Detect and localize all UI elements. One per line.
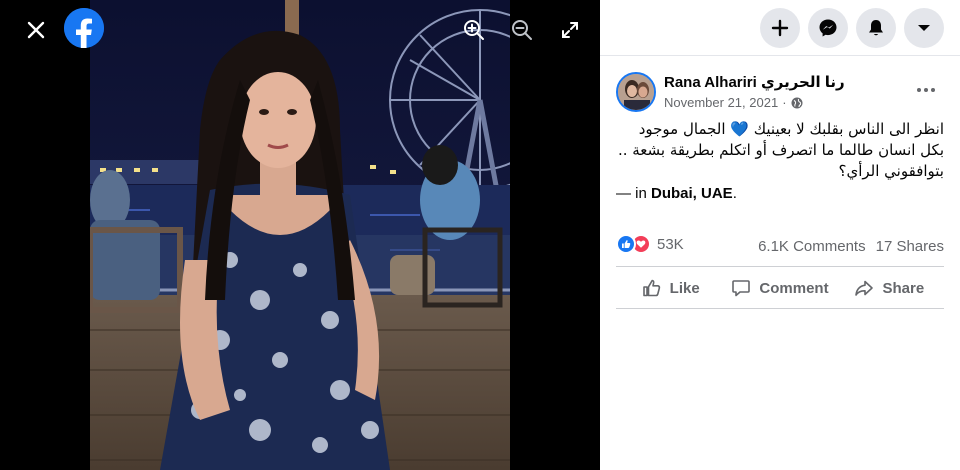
post-options-button[interactable] xyxy=(910,80,942,100)
dot-icon xyxy=(924,88,928,92)
fullscreen-button[interactable] xyxy=(552,12,588,48)
share-icon xyxy=(855,280,874,296)
meta-separator: · xyxy=(782,95,787,110)
share-count[interactable]: 17 Shares xyxy=(876,238,944,255)
comment-label: Comment xyxy=(759,279,829,297)
divider xyxy=(616,266,944,267)
post-date[interactable]: November 21, 2021 xyxy=(664,95,778,110)
messenger-icon xyxy=(819,19,837,37)
like-button[interactable]: Like xyxy=(616,268,725,308)
location-suffix: . xyxy=(732,185,737,202)
close-icon xyxy=(27,21,45,39)
bell-icon xyxy=(869,20,883,36)
dot-icon xyxy=(917,88,921,92)
globe-icon xyxy=(791,97,803,108)
account-menu-button[interactable] xyxy=(904,8,944,48)
reaction-count[interactable]: 53K xyxy=(657,236,684,253)
post-text: انظر الى الناس بقلبك لا بعينيك 💙 الجمال … xyxy=(616,119,944,182)
zoom-in-icon xyxy=(464,20,484,40)
post-stats: 6.1K Comments 17 Shares xyxy=(758,238,944,255)
facebook-logo-icon xyxy=(64,8,104,48)
share-button[interactable]: Share xyxy=(835,268,944,308)
post-text-line: بكل انسان طالما ما اتصرف أو اتكلم بطريقة… xyxy=(617,141,944,159)
zoom-out-icon xyxy=(512,20,532,40)
plus-icon xyxy=(771,19,789,37)
comment-button[interactable]: Comment xyxy=(725,268,834,308)
caret-down-icon xyxy=(918,25,930,31)
post-panel: Rana Alhariri رنا الحريري November 21, 2… xyxy=(600,0,960,470)
facebook-logo-button[interactable] xyxy=(64,8,104,48)
comment-icon xyxy=(732,280,751,297)
zoom-out-button[interactable] xyxy=(504,12,540,48)
like-reaction-icon xyxy=(616,234,636,254)
notifications-button[interactable] xyxy=(856,8,896,48)
messenger-button[interactable] xyxy=(808,8,848,48)
zoom-in-button[interactable] xyxy=(456,12,492,48)
dot-icon xyxy=(931,88,935,92)
close-button[interactable] xyxy=(18,12,54,48)
post-text-line: انظر الى الناس بقلبك لا بعينيك 💙 الجمال … xyxy=(638,120,944,138)
create-button[interactable] xyxy=(760,8,800,48)
location-prefix: — in xyxy=(616,185,652,202)
location-link[interactable]: Dubai, UAE xyxy=(651,185,733,202)
comment-count[interactable]: 6.1K Comments xyxy=(758,238,866,255)
author-name[interactable]: Rana Alhariri رنا الحريري xyxy=(664,73,845,91)
fullscreen-icon xyxy=(562,22,578,38)
author-avatar[interactable] xyxy=(616,72,656,112)
post-location: — in Dubai, UAE. xyxy=(616,185,737,202)
photo-illustration xyxy=(90,0,510,470)
share-label: Share xyxy=(882,279,925,297)
top-header xyxy=(600,0,960,56)
avatar-image xyxy=(618,74,654,110)
post-meta: November 21, 2021 · xyxy=(664,95,803,110)
post-actions: Like Comment Share xyxy=(616,268,944,308)
like-label: Like xyxy=(669,279,700,297)
photo-viewer xyxy=(0,0,600,470)
divider xyxy=(616,308,944,309)
post-photo[interactable] xyxy=(90,0,510,470)
reaction-summary[interactable]: 53K xyxy=(616,234,684,254)
like-icon xyxy=(642,279,660,297)
post-text-line: بتوافقوني الرأي؟ xyxy=(838,162,944,180)
